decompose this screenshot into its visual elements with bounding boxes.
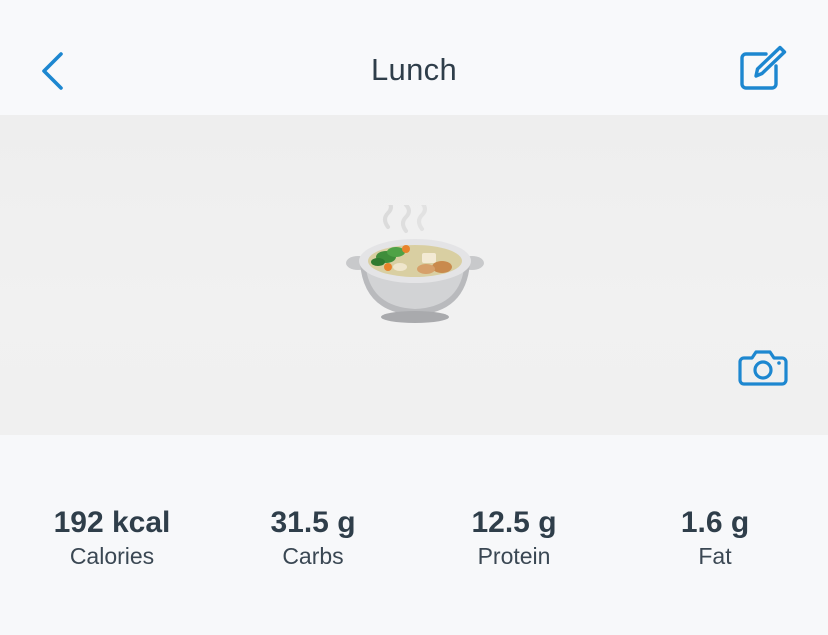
navigation-bar: Lunch <box>0 0 828 115</box>
edit-icon <box>740 45 787 90</box>
fat-label: Fat <box>698 543 732 569</box>
calories-value: 192 kcal <box>53 506 171 539</box>
fat-value: 1.6 g <box>680 506 750 539</box>
fat-stat: 1.6 g Fat <box>615 505 815 571</box>
nutrition-summary: 192 kcal Calories 31.5 g Carbs 12.5 g Pr… <box>0 435 828 635</box>
protein-label: Protein <box>477 543 551 569</box>
carbs-label: Carbs <box>282 543 344 569</box>
calories-label: Calories <box>69 543 155 569</box>
protein-stat: 12.5 g Protein <box>414 505 614 571</box>
protein-value: 12.5 g <box>471 506 557 539</box>
meal-photo-area <box>0 115 828 435</box>
carbs-stat: 31.5 g Carbs <box>213 505 413 571</box>
edit-button[interactable] <box>736 44 792 96</box>
camera-icon <box>738 350 788 386</box>
calories-stat: 192 kcal Calories <box>12 505 212 571</box>
carbs-value: 31.5 g <box>270 506 356 539</box>
meal-detail-screen: Lunch 192 kcal Calories 31.5 g Carbs 12.… <box>0 0 828 635</box>
camera-button[interactable] <box>736 347 790 389</box>
soup-bowl-icon <box>346 205 484 323</box>
page-title: Lunch <box>371 52 457 87</box>
